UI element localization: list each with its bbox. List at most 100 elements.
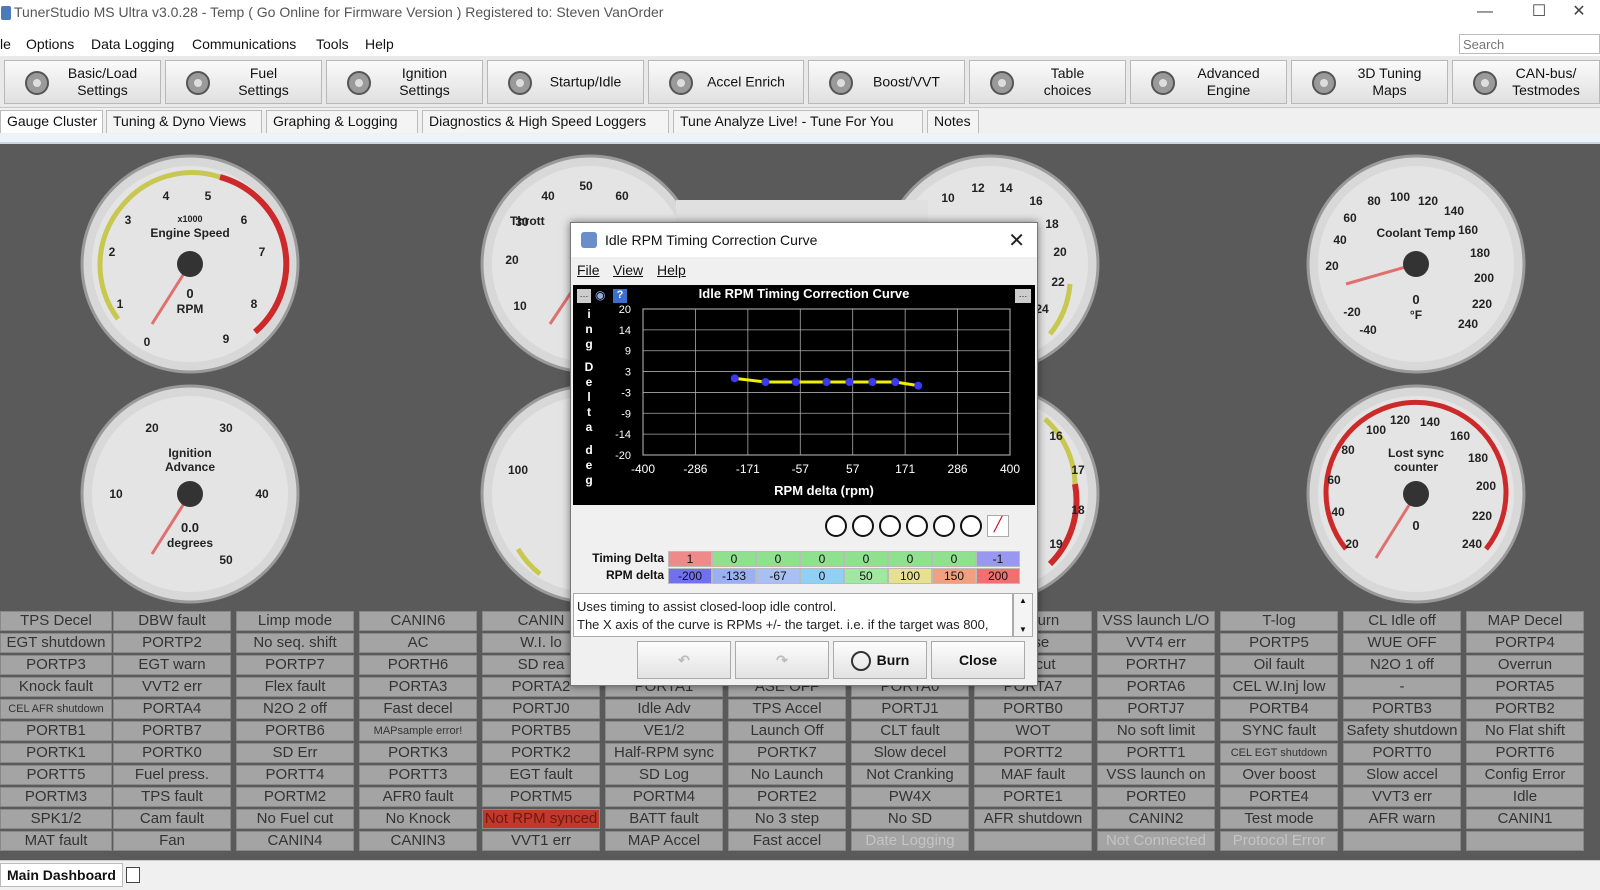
dialog-menu-help[interactable]: Help (657, 262, 686, 278)
timing-delta-cell[interactable]: -1 (976, 551, 1020, 567)
dialog-title: Idle RPM Timing Correction Curve (605, 232, 818, 248)
indicator-cell: No SD (851, 809, 969, 829)
redo-button[interactable]: ↷ (735, 641, 829, 679)
close-button[interactable]: Close (931, 641, 1025, 679)
dialog-menu-view[interactable]: View (613, 262, 643, 278)
timing-delta-cell[interactable]: 0 (932, 551, 976, 567)
afr-tick: 10 (941, 191, 955, 205)
dialog-menu-file[interactable]: File (577, 262, 600, 278)
indicator-cell: PORTB1 (0, 721, 112, 741)
tab-main-dashboard[interactable]: Main Dashboard (0, 863, 123, 887)
toolbar-button-2[interactable]: Fuel Settings (165, 60, 322, 104)
indicator-cell: CEL W.Inj low (1220, 677, 1338, 697)
y-tick-label: -9 (621, 408, 631, 420)
coolant-unit: °F (1409, 308, 1423, 322)
toolbar-button-10[interactable]: CAN-bus/Testmodes (1452, 60, 1600, 104)
indicator-cell: VVT4 err (1097, 633, 1215, 653)
x-tick-label: -400 (631, 462, 655, 476)
indicator-cell: PORTH7 (1097, 655, 1215, 675)
toolbar-button-4[interactable]: Startup/Idle (487, 60, 644, 104)
timing-delta-cell[interactable]: 0 (800, 551, 844, 567)
tab-diagnostics[interactable]: Diagnostics & High Speed Loggers (422, 110, 669, 133)
toolbar-label: Startup/Idle (549, 73, 622, 90)
x-tick-label: 400 (1000, 462, 1020, 476)
close-window-button[interactable]: ✕ (1556, 0, 1600, 26)
indicator-cell: SYNC fault (1220, 721, 1338, 741)
rpm-delta-cell[interactable]: 0 (800, 568, 844, 584)
indicator-cell: Limp mode (236, 611, 354, 631)
y-tick-label: 3 (625, 367, 631, 379)
burn-button[interactable]: Burn (833, 641, 927, 679)
timing-delta-cell[interactable]: 0 (756, 551, 800, 567)
minimize-button[interactable]: — (1462, 0, 1508, 26)
curve-chart-svg[interactable]: -400 -286 -171 -57 57 171 286 400 20 14 9 3 -3 -9 -14 -… (573, 285, 1035, 505)
rpm-delta-cell[interactable]: 100 (888, 568, 932, 584)
coolant-temp-gauge: -40 -20 20 40 60 80 100 120 140 160 180 … (1306, 154, 1526, 374)
toolbar-button-1[interactable]: Basic/Load Settings (4, 60, 161, 104)
indicator-cell: PORTT4 (236, 765, 354, 785)
menu-help[interactable]: Help (365, 36, 394, 52)
menu-data-logging[interactable]: Data Logging (91, 36, 174, 52)
timing-delta-cell[interactable]: 0 (888, 551, 932, 567)
new-dashboard-icon[interactable] (126, 867, 140, 883)
menu-options[interactable]: Options (26, 36, 74, 52)
indicator-cell: PORTB7 (113, 721, 231, 741)
desc-line-2: The X axis of the curve is RPMs +/- the … (577, 617, 989, 632)
up-arrow-icon[interactable] (852, 515, 874, 537)
timing-delta-cell[interactable]: 0 (712, 551, 756, 567)
toolbar-button-8[interactable]: Advanced Engine (1130, 60, 1287, 104)
rpm-tick: 7 (258, 245, 266, 259)
rpm-delta-cell[interactable]: -133 (712, 568, 756, 584)
indicator-cell: Protocol Error (1220, 831, 1338, 851)
tab-tuning-dyno[interactable]: Tuning & Dyno Views (106, 110, 262, 133)
indicator-cell: Not Connected (1097, 831, 1215, 851)
toolbar-label: Accel Enrich (707, 73, 785, 90)
coolant-tick: 80 (1367, 194, 1381, 208)
plus-icon[interactable] (933, 515, 955, 537)
pencil-icon[interactable]: ╱ (987, 515, 1009, 537)
lostsync-tick: 100 (1365, 423, 1387, 437)
coolant-tick: 20 (1325, 259, 1339, 273)
curve-chart[interactable]: -400 -286 -171 -57 57 171 286 400 20 14 9 3 -3 -9 -14 -… (573, 285, 1035, 505)
toolbar-button-6[interactable]: Boost/VVT (808, 60, 965, 104)
rpm-delta-cell[interactable]: 200 (976, 568, 1020, 584)
tab-graphing-logging[interactable]: Graphing & Logging (266, 110, 418, 133)
rpm-delta-cell[interactable]: -200 (668, 568, 712, 584)
indicator-cell: PORTB4 (1220, 699, 1338, 719)
timing-delta-cell[interactable]: 0 (844, 551, 888, 567)
tab-notes[interactable]: Notes (927, 110, 979, 133)
undo-button[interactable]: ↶ (637, 641, 731, 679)
down-arrow-icon[interactable] (879, 515, 901, 537)
x-tick-label: 286 (948, 462, 968, 476)
curve-point (761, 378, 770, 386)
afr2-tick: 19 (1049, 537, 1063, 551)
rpm-delta-cell[interactable]: 150 (932, 568, 976, 584)
tab-gauge-cluster[interactable]: Gauge Cluster (0, 110, 103, 133)
dialog-close-icon[interactable]: ✕ (1008, 228, 1025, 253)
indicator-cell: PORTM4 (605, 787, 723, 807)
scroll-down-icon[interactable]: ▼ (1019, 625, 1027, 634)
toolbar-button-7[interactable]: Table choices (969, 60, 1126, 104)
scroll-up-icon[interactable]: ▲ (1019, 596, 1027, 605)
indicator-cell: Cam fault (113, 809, 231, 829)
timing-delta-cell[interactable]: 1 (668, 551, 712, 567)
toolbar-button-9[interactable]: 3D Tuning Maps (1291, 60, 1448, 104)
toolbar-button-5[interactable]: Accel Enrich (648, 60, 804, 104)
search-input[interactable] (1459, 34, 1600, 54)
menu-file[interactable]: le (0, 36, 11, 52)
throttle-tick: 10 (513, 299, 527, 313)
clear-icon[interactable] (960, 515, 982, 537)
menu-communications[interactable]: Communications (192, 36, 296, 52)
indicator-cell: CANIN4 (236, 831, 354, 851)
toolbar-button-3[interactable]: Ignition Settings (326, 60, 483, 104)
curve-point (822, 378, 831, 386)
rpm-delta-cell[interactable]: -67 (756, 568, 800, 584)
minus-icon[interactable] (906, 515, 928, 537)
toolbar-label-line2: Settings (77, 82, 128, 98)
tab-tune-analyze[interactable]: Tune Analyze Live! - Tune For You (673, 110, 923, 133)
desc-scrollbar[interactable]: ▲ ▼ (1013, 593, 1033, 637)
window-title: TunerStudio MS Ultra v3.0.28 - Temp ( Go… (14, 4, 664, 20)
rpm-delta-cell[interactable]: 50 (844, 568, 888, 584)
menu-tools[interactable]: Tools (316, 36, 349, 52)
decrease-icon[interactable] (825, 515, 847, 537)
